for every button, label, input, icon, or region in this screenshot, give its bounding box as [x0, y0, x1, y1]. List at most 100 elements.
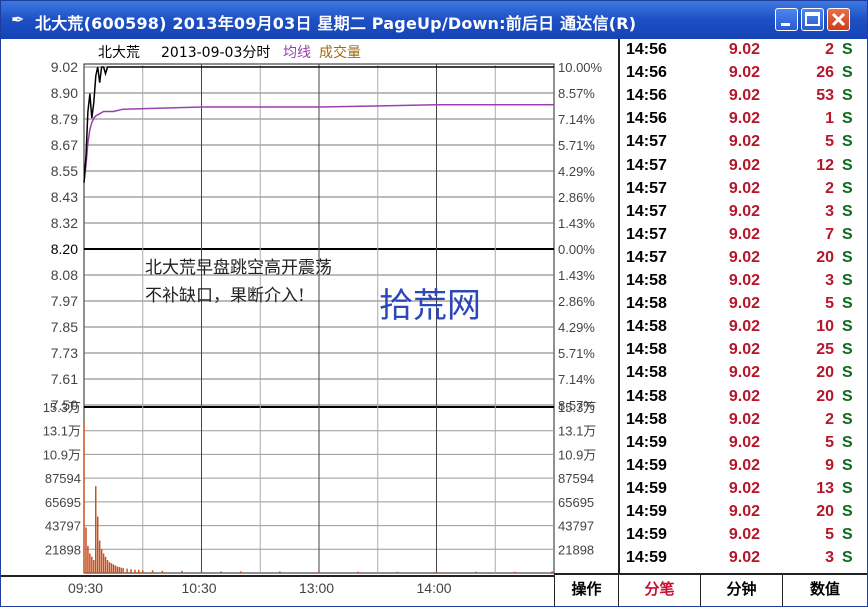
close-button[interactable]: [827, 8, 850, 31]
tick-side: S: [842, 549, 853, 567]
tick-volume: 13: [816, 479, 834, 497]
y-tick-label-left: 8.43: [51, 189, 78, 205]
tick-volume: 3: [825, 202, 834, 220]
y-tick-label-left: 8.55: [51, 163, 78, 179]
intraday-chart[interactable]: 9.02 10.00% 8.90 8.57% 8.79 7.14% 8.67 5.71% 8.5…: [1, 39, 618, 606]
tick-time: 14:57: [626, 248, 667, 266]
window-title: 北大荒(600598) 2013年09月03日 星期二 PageUp/Down:…: [35, 14, 637, 33]
volume-tick-label-left: 13.1万: [43, 424, 81, 439]
tick-row: 14:59 9.02 3 S: [620, 549, 867, 572]
y-tick-label-left: 7.85: [51, 319, 78, 335]
tick-volume: 2: [825, 41, 834, 58]
tick-volume: 2: [825, 179, 834, 197]
tick-side: S: [842, 248, 853, 266]
volume-tick-label-left: 87594: [45, 471, 81, 486]
tab-ticks[interactable]: 分笔: [618, 575, 700, 606]
tick-time: 14:59: [626, 456, 667, 474]
y-tick-label-left: 8.08: [51, 267, 78, 283]
tick-price: 9.02: [728, 272, 760, 289]
tick-row: 14:58 9.02 2 S: [620, 411, 867, 434]
tab-values[interactable]: 数值: [782, 575, 867, 606]
x-tick-label: 13:00: [299, 580, 334, 596]
tick-time: 14:57: [626, 225, 667, 243]
tick-price: 9.02: [728, 387, 760, 405]
tick-volume: 9: [825, 456, 834, 474]
legend-average: 均线: [283, 45, 311, 61]
tick-time: 14:58: [626, 272, 667, 289]
tab-operate[interactable]: 操作: [554, 575, 618, 606]
y-tick-label-left: 7.73: [51, 345, 78, 361]
tick-price: 9.02: [728, 526, 760, 544]
tick-row: 14:56 9.02 1 S: [620, 110, 867, 133]
volume-tick-label-right: 10.9万: [558, 447, 596, 462]
tick-row: 14:57 9.02 12 S: [620, 157, 867, 180]
maximize-button[interactable]: [801, 8, 824, 31]
tick-time: 14:57: [626, 133, 667, 151]
tick-price: 9.02: [728, 202, 760, 220]
tick-volume: 1: [825, 110, 834, 128]
y-tick-label-left: 8.67: [51, 137, 78, 153]
tick-price: 9.02: [728, 64, 760, 82]
tick-time: 14:59: [626, 479, 667, 497]
volume-tick-label-left: 43797: [45, 519, 81, 534]
tick-volume: 7: [825, 225, 834, 243]
tick-row: 14:58 9.02 20 S: [620, 388, 867, 411]
volume-tick-label-left: 15.3万: [43, 400, 81, 415]
tick-list[interactable]: 14:56 9.02 2 S 14:56 9.02 26 S 14:56 9.02 53 S 14:56…: [618, 39, 867, 573]
tick-row: 14:56 9.02 26 S: [620, 64, 867, 87]
minimize-button[interactable]: [775, 8, 798, 31]
y-tick-label-right: 2.86%: [558, 294, 595, 309]
tick-time: 14:58: [626, 295, 667, 313]
y-tick-label-left: 7.97: [51, 293, 78, 309]
tick-volume: 25: [816, 341, 834, 359]
tab-minutes[interactable]: 分钟: [700, 575, 782, 606]
tick-volume: 20: [816, 248, 834, 266]
maximize-icon: [805, 12, 820, 26]
volume-tick-label-right: 43797: [558, 519, 594, 534]
tick-price: 9.02: [728, 364, 760, 382]
tick-row: 14:57 9.02 5 S: [620, 133, 867, 156]
tick-volume: 3: [825, 549, 834, 567]
y-tick-label-right: 10.00%: [558, 60, 603, 75]
y-tick-label-right: 4.29%: [558, 320, 595, 335]
tick-row: 14:59 9.02 13 S: [620, 480, 867, 503]
volume-tick-label-left: 10.9万: [43, 447, 81, 462]
y-tick-label-right: 2.86%: [558, 190, 595, 205]
tick-volume: 26: [816, 64, 834, 82]
tick-row: 14:58 9.02 25 S: [620, 341, 867, 364]
minimize-icon: [781, 23, 790, 26]
tick-price: 9.02: [728, 318, 760, 336]
tick-price: 9.02: [728, 133, 760, 151]
tick-price: 9.02: [728, 156, 760, 174]
tick-side: S: [842, 133, 853, 151]
tick-row: 14:56 9.02 53 S: [620, 87, 867, 110]
y-tick-label-left: 7.61: [51, 371, 78, 387]
tick-price: 9.02: [728, 479, 760, 497]
tick-time: 14:57: [626, 179, 667, 197]
y-tick-label-right: 8.57%: [558, 86, 595, 101]
tick-side: S: [842, 364, 853, 382]
tick-time: 14:58: [626, 410, 667, 428]
pen-icon: ✒: [11, 10, 25, 29]
y-tick-label-left: 8.20: [51, 241, 78, 257]
tick-side: S: [842, 503, 853, 520]
tick-price: 9.02: [728, 179, 760, 197]
tick-side: S: [842, 225, 853, 243]
tick-price: 9.02: [728, 87, 760, 105]
tick-row: 14:58 9.02 5 S: [620, 295, 867, 318]
tick-price: 9.02: [728, 248, 760, 266]
tick-row: 14:57 9.02 2 S: [620, 180, 867, 203]
tick-side: S: [842, 433, 853, 451]
tick-price: 9.02: [728, 410, 760, 428]
tick-time: 14:56: [626, 87, 667, 105]
y-tick-label-right: 5.71%: [558, 138, 595, 153]
watermark: 拾荒网: [379, 286, 481, 326]
tick-volume: 20: [816, 387, 834, 405]
y-tick-label-right: 0.00%: [558, 242, 595, 257]
title-bar[interactable]: ✒ 北大荒(600598) 2013年09月03日 星期二 PageUp/Dow…: [1, 1, 867, 39]
tick-price: 9.02: [728, 110, 760, 128]
tick-side: S: [842, 456, 853, 474]
tick-side: S: [842, 526, 853, 544]
tick-time: 14:59: [626, 503, 667, 520]
tick-time: 14:56: [626, 110, 667, 128]
